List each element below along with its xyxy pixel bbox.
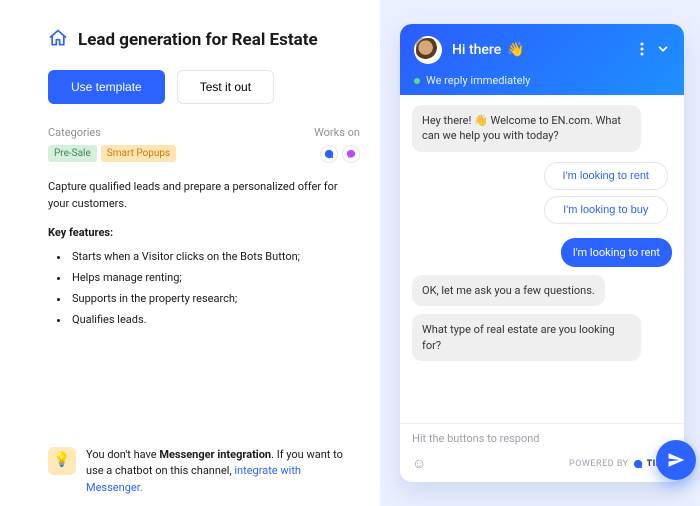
tag-smart-popups[interactable]: Smart Popups [101,145,176,162]
online-status-icon [414,78,420,84]
chat-widget: Hi there 👋 [400,24,684,482]
messenger-tip: 💡 You don't have Messenger integration. … [48,437,360,497]
chat-subtitle: We reply immediately [426,74,530,87]
tag-presale[interactable]: Pre-Sale [48,145,97,162]
features-list: Starts when a Visitor clicks on the Bots… [48,247,360,331]
reply-option-buy[interactable]: I'm looking to buy [544,196,668,224]
bot-message: What type of real estate are you looking… [412,314,641,361]
works-on-label: Works on [314,126,360,139]
wave-icon: 👋 [507,42,524,58]
key-features-title: Key features: [48,226,360,239]
list-item: Starts when a Visitor clicks on the Bots… [70,247,360,268]
tidio-logo-icon [633,459,643,469]
bot-message: Hey there! 👋 Welcome to EN.com. What can… [412,105,641,152]
lightbulb-icon: 💡 [48,447,76,475]
list-item: Helps manage renting; [70,268,360,289]
more-icon[interactable] [640,41,644,60]
page-header: Lead generation for Real Estate [48,28,360,52]
powered-by-label: POWERED BY [569,459,629,469]
template-description: Capture qualified leads and prepare a pe… [48,179,360,212]
bot-message: OK, let me ask you a few questions. [412,275,605,306]
avatar [414,36,442,64]
messenger-channel-icon [342,145,360,163]
list-item: Supports in the property research; [70,289,360,310]
send-button[interactable] [656,440,696,480]
home-icon [48,28,68,52]
tip-bold: Messenger integration [159,448,271,461]
categories-label: Categories [48,126,176,139]
list-item: Qualifies leads. [70,310,360,331]
chat-channel-icon [320,145,338,163]
emoji-icon[interactable]: ☺ [412,455,427,472]
user-message: I'm looking to rent [561,238,672,267]
reply-option-rent[interactable]: I'm looking to rent [544,162,668,190]
tip-text: You don't have [86,448,159,461]
test-it-out-button[interactable]: Test it out [177,70,274,104]
use-template-button[interactable]: Use template [48,70,165,104]
chat-greeting: Hi there [452,42,501,58]
chat-input[interactable]: Hit the buttons to respond [400,423,684,451]
page-title: Lead generation for Real Estate [78,30,318,50]
chevron-down-icon[interactable] [656,41,670,60]
